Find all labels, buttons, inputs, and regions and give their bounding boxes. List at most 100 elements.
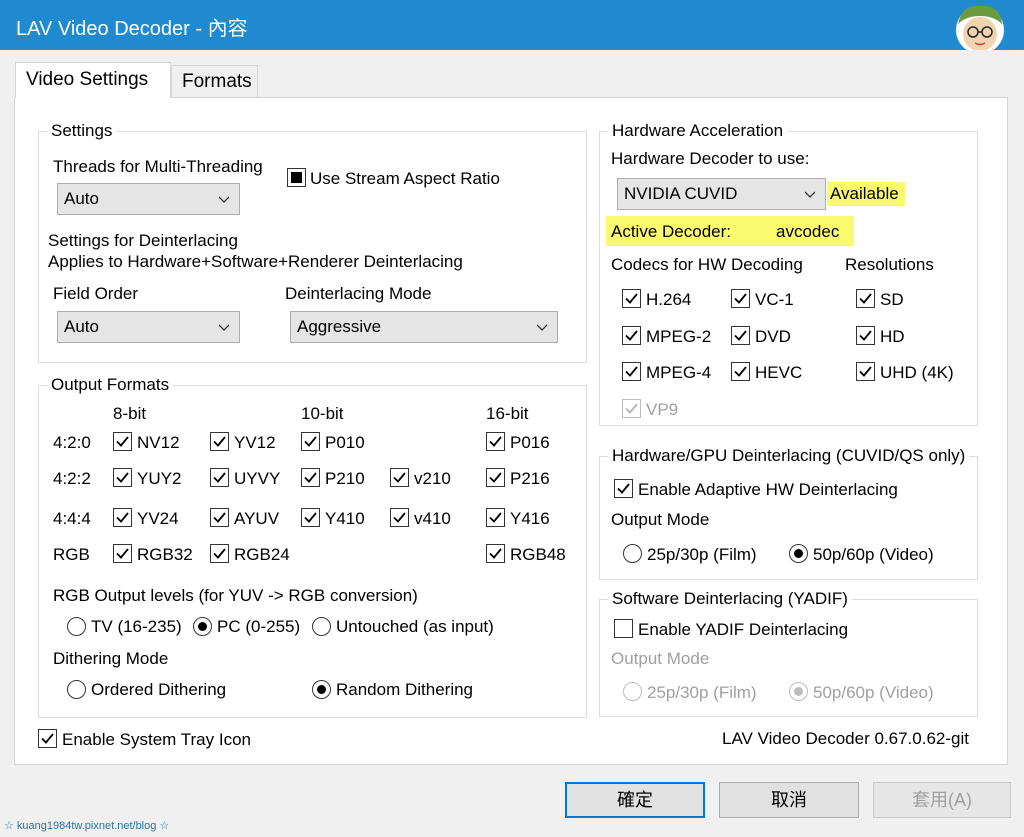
uyvy-checkbox[interactable] — [210, 468, 229, 487]
hevc-checkbox[interactable] — [731, 362, 750, 381]
mpeg2-label: MPEG-2 — [646, 327, 712, 346]
dither-ordered-label: Ordered Dithering — [91, 680, 227, 699]
deint-mode-value: Aggressive — [297, 317, 382, 336]
v210-label: v210 — [414, 469, 451, 488]
levels-tv-radio[interactable] — [67, 617, 86, 636]
gpu-video-label: 50p/60p (Video) — [813, 545, 934, 564]
hw-resolutions-label: Resolutions — [845, 255, 934, 274]
sd-label: SD — [880, 290, 904, 309]
levels-pc-radio[interactable] — [193, 617, 212, 636]
hw-available-status: Available — [827, 182, 905, 206]
gpu-film-label: 25p/30p (Film) — [647, 545, 757, 564]
chevron-down-icon — [537, 324, 547, 331]
row-label-444: 4:4:4 — [53, 509, 91, 528]
active-decoder-label: Active Decoder: — [611, 222, 731, 241]
uyvy-label: UYVY — [234, 469, 281, 488]
rgb-levels-label: RGB Output levels (for YUV -> RGB conver… — [53, 586, 418, 605]
p216-checkbox[interactable] — [486, 468, 505, 487]
version-label: LAV Video Decoder 0.67.0.62-git — [722, 729, 969, 748]
ayuv-label: AYUV — [234, 509, 280, 528]
tab-video-settings[interactable]: Video Settings — [15, 62, 171, 98]
tab-formats[interactable]: Formats — [171, 65, 258, 98]
header-16bit: 16-bit — [486, 404, 529, 423]
p010-checkbox[interactable] — [301, 432, 320, 451]
vp9-label: VP9 — [646, 400, 679, 419]
nv12-checkbox[interactable] — [113, 432, 132, 451]
hd-label: HD — [880, 327, 905, 346]
yuy2-checkbox[interactable] — [113, 468, 132, 487]
cancel-button[interactable]: 取消 — [719, 782, 859, 818]
threads-select-value: Auto — [64, 189, 99, 208]
yv12-checkbox[interactable] — [210, 432, 229, 451]
p210-checkbox[interactable] — [301, 468, 320, 487]
v210-checkbox[interactable] — [390, 468, 409, 487]
chevron-down-icon — [805, 191, 815, 198]
output-formats-label: Output Formats — [47, 375, 174, 395]
dvd-checkbox[interactable] — [731, 326, 750, 345]
ayuv-checkbox[interactable] — [210, 508, 229, 527]
deint-mode-label: Deinterlacing Mode — [285, 284, 432, 303]
uhd-checkbox[interactable] — [856, 362, 875, 381]
dither-ordered-radio[interactable] — [67, 680, 86, 699]
y416-label: Y416 — [510, 509, 550, 528]
threads-select[interactable]: Auto — [57, 183, 240, 215]
hw-decoder-value: NVIDIA CUVID — [624, 184, 738, 203]
h264-checkbox[interactable] — [622, 289, 641, 308]
v410-label: v410 — [414, 509, 451, 528]
rgb24-checkbox[interactable] — [210, 544, 229, 563]
levels-untouched-label: Untouched (as input) — [336, 617, 494, 636]
window-title: LAV Video Decoder - 內容 — [16, 18, 248, 40]
tray-icon-checkbox[interactable] — [38, 729, 57, 748]
sw-video-label: 50p/60p (Video) — [813, 683, 934, 702]
mpeg2-checkbox[interactable] — [622, 326, 641, 345]
levels-untouched-radio[interactable] — [312, 617, 331, 636]
row-label-422: 4:2:2 — [53, 469, 91, 488]
rgb48-checkbox[interactable] — [486, 544, 505, 563]
levels-pc-label: PC (0-255) — [217, 617, 301, 636]
deint-mode-select[interactable]: Aggressive — [290, 311, 558, 343]
yv24-checkbox[interactable] — [113, 508, 132, 527]
vc1-checkbox[interactable] — [731, 289, 750, 308]
hd-checkbox[interactable] — [856, 326, 875, 345]
y410-label: Y410 — [325, 509, 365, 528]
yadif-checkbox[interactable] — [614, 619, 633, 638]
sd-checkbox[interactable] — [856, 289, 875, 308]
h264-label: H.264 — [646, 290, 692, 309]
adaptive-hw-deint-checkbox[interactable] — [614, 479, 633, 498]
p210-label: P210 — [325, 469, 365, 488]
y410-checkbox[interactable] — [301, 508, 320, 527]
row-label-rgb: RGB — [53, 545, 90, 564]
y416-checkbox[interactable] — [486, 508, 505, 527]
dither-random-label: Random Dithering — [336, 680, 474, 699]
apply-button[interactable]: 套用(A) — [873, 782, 1011, 818]
deint-title: Settings for Deinterlacing — [48, 231, 238, 250]
nv12-label: NV12 — [137, 433, 180, 452]
vc1-label: VC-1 — [755, 290, 794, 309]
sw-film-radio[interactable] — [623, 682, 642, 701]
gpu-film-radio[interactable] — [623, 544, 642, 563]
levels-tv-label: TV (16-235) — [91, 617, 182, 636]
p216-label: P216 — [510, 469, 550, 488]
title-bar[interactable]: LAV Video Decoder - 內容 — [0, 0, 1024, 50]
hw-decoder-select[interactable]: NVIDIA CUVID — [617, 178, 826, 210]
dither-random-radio[interactable] — [312, 680, 331, 699]
field-order-label: Field Order — [53, 284, 139, 303]
sw-video-radio[interactable] — [789, 682, 808, 701]
rgb32-checkbox[interactable] — [113, 544, 132, 563]
yv12-label: YV12 — [234, 433, 276, 452]
yadif-label: Enable YADIF Deinterlacing — [638, 620, 849, 639]
p016-checkbox[interactable] — [486, 432, 505, 451]
mpeg4-checkbox[interactable] — [622, 362, 641, 381]
header-10bit: 10-bit — [301, 404, 344, 423]
vp9-checkbox[interactable] — [622, 399, 641, 418]
ok-button[interactable]: 確定 — [565, 782, 705, 818]
gpu-video-radio[interactable] — [789, 544, 808, 563]
p016-label: P016 — [510, 433, 550, 452]
v410-checkbox[interactable] — [390, 508, 409, 527]
gpu-deint-label: Hardware/GPU Deinterlacing (CUVID/QS onl… — [608, 446, 970, 466]
p010-label: P010 — [325, 433, 365, 452]
stream-aspect-checkbox[interactable] — [287, 168, 306, 187]
chevron-down-icon — [219, 324, 229, 331]
dithering-label: Dithering Mode — [53, 649, 169, 668]
field-order-select[interactable]: Auto — [57, 311, 240, 343]
